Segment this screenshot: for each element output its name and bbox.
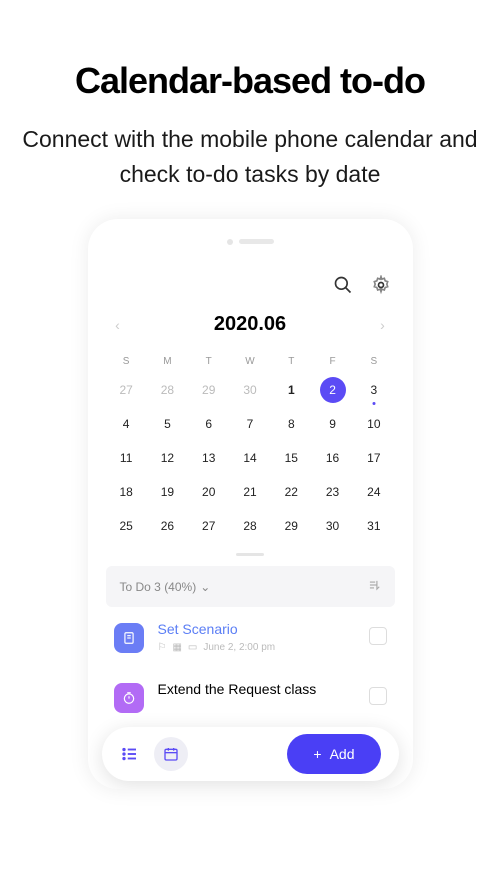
calendar-day[interactable]: 11 — [106, 441, 147, 475]
task-icon — [114, 623, 144, 653]
calendar-day[interactable]: 10 — [353, 407, 394, 441]
bottom-nav: + Add — [102, 727, 399, 781]
notch-indicator — [106, 239, 395, 245]
task-icon — [114, 683, 144, 713]
search-icon[interactable] — [333, 275, 353, 295]
calendar-day[interactable]: 28 — [229, 509, 270, 543]
calendar-day[interactable]: 5 — [147, 407, 188, 441]
calendar-day[interactable]: 2 — [312, 373, 353, 407]
list-view-icon[interactable] — [120, 744, 140, 764]
calendar-grid: SMTWTFS 27282930123456789101112131415161… — [106, 350, 395, 543]
calendar-day[interactable]: 18 — [106, 475, 147, 509]
calendar-day[interactable]: 12 — [147, 441, 188, 475]
calendar-day[interactable]: 27 — [188, 509, 229, 543]
page-heading: Calendar-based to-do — [20, 60, 480, 102]
calendar-day[interactable]: 25 — [106, 509, 147, 543]
weekday-label: F — [312, 350, 353, 373]
weekday-label: S — [106, 350, 147, 373]
weekday-label: T — [188, 350, 229, 373]
calendar-day[interactable]: 16 — [312, 441, 353, 475]
gear-icon[interactable] — [371, 275, 391, 295]
calendar-day[interactable]: 22 — [271, 475, 312, 509]
calendar-day[interactable]: 24 — [353, 475, 394, 509]
todo-count-label: To Do 3 (40%) — [120, 580, 197, 594]
calendar-day[interactable]: 15 — [271, 441, 312, 475]
task-row[interactable]: Set Scenario ⚐▦▭ June 2, 2:00 pm — [106, 607, 395, 667]
calendar-day[interactable]: 21 — [229, 475, 270, 509]
calendar-day[interactable]: 17 — [353, 441, 394, 475]
task-meta: ⚐▦▭ June 2, 2:00 pm — [158, 642, 355, 653]
weekday-label: S — [353, 350, 394, 373]
task-title: Extend the Request class — [158, 681, 355, 697]
add-label: Add — [330, 746, 355, 762]
chevron-down-icon: ⌄ — [200, 580, 210, 594]
phone-mockup: ‹ 2020.06 › SMTWTFS 27282930123456789101… — [88, 219, 413, 789]
todo-section-header[interactable]: To Do 3 (40%) ⌄ — [106, 566, 395, 607]
calendar-day[interactable]: 19 — [147, 475, 188, 509]
calendar-day[interactable]: 23 — [312, 475, 353, 509]
calendar-day[interactable]: 4 — [106, 407, 147, 441]
calendar-day[interactable]: 1 — [271, 373, 312, 407]
calendar-day[interactable]: 29 — [188, 373, 229, 407]
calendar-day[interactable]: 26 — [147, 509, 188, 543]
calendar-day[interactable]: 8 — [271, 407, 312, 441]
calendar-day[interactable]: 13 — [188, 441, 229, 475]
task-checkbox[interactable] — [369, 627, 387, 645]
add-button[interactable]: + Add — [287, 734, 380, 774]
calendar-day[interactable]: 14 — [229, 441, 270, 475]
task-checkbox[interactable] — [369, 687, 387, 705]
calendar-day[interactable]: 30 — [229, 373, 270, 407]
weekday-label: M — [147, 350, 188, 373]
month-label: 2020.06 — [214, 313, 286, 336]
sort-icon[interactable] — [367, 578, 381, 595]
prev-month-button[interactable]: ‹ — [110, 317, 126, 333]
calendar-day[interactable]: 9 — [312, 407, 353, 441]
calendar-day[interactable]: 7 — [229, 407, 270, 441]
task-row[interactable]: Extend the Request class — [106, 667, 395, 727]
calendar-day[interactable]: 30 — [312, 509, 353, 543]
calendar-day[interactable]: 28 — [147, 373, 188, 407]
calendar-day[interactable]: 31 — [353, 509, 394, 543]
calendar-day[interactable]: 27 — [106, 373, 147, 407]
task-title: Set Scenario — [158, 621, 355, 637]
page-subheading: Connect with the mobile phone calendar a… — [20, 122, 480, 191]
calendar-day[interactable]: 6 — [188, 407, 229, 441]
calendar-day[interactable]: 3 — [353, 373, 394, 407]
plus-icon: + — [313, 746, 321, 762]
next-month-button[interactable]: › — [374, 317, 390, 333]
weekday-label: T — [271, 350, 312, 373]
drag-handle[interactable] — [236, 553, 264, 556]
calendar-view-icon[interactable] — [154, 737, 188, 771]
weekday-label: W — [229, 350, 270, 373]
calendar-day[interactable]: 29 — [271, 509, 312, 543]
calendar-day[interactable]: 20 — [188, 475, 229, 509]
